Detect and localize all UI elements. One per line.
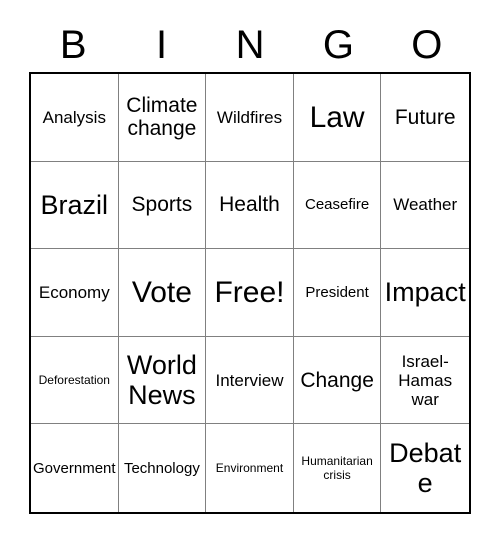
bingo-cell[interactable]: Analysis (31, 74, 119, 162)
bingo-header-letter-b: B (59, 23, 87, 67)
bingo-cell[interactable]: Climate change (118, 74, 207, 162)
bingo-grid: Analysis Climate change Wildfires Law Future… (29, 72, 471, 514)
bingo-cell-label: Technology (123, 459, 200, 477)
bingo-cell[interactable]: Humanitarian crisis (293, 424, 382, 512)
bingo-cell[interactable]: Health (206, 161, 294, 250)
bingo-cell-label: Analysis (42, 107, 106, 127)
bingo-cell[interactable]: Sports (118, 161, 207, 250)
bingo-cell-label: Free! (214, 275, 285, 309)
bingo-cell-label: World News (126, 350, 197, 411)
bingo-cell[interactable]: Future (381, 74, 469, 162)
bingo-cell-label: Israel-Hamas war (398, 351, 453, 409)
bingo-card: B I N G O Analysis Climate change Wildfire… (0, 0, 500, 544)
bingo-cell-label: Debate (389, 438, 462, 499)
bingo-cell[interactable]: Interview (206, 336, 294, 425)
bingo-header-letter-o: O (411, 23, 443, 67)
bingo-cell[interactable]: World News (118, 336, 207, 425)
bingo-cell-label: Economy (38, 282, 110, 302)
bingo-header-letter-i: I (156, 23, 168, 67)
bingo-cell-label: Climate change (126, 94, 198, 141)
bingo-cell[interactable]: Ceasefire (293, 161, 382, 250)
bingo-cell-label: Weather (393, 195, 458, 215)
bingo-header-letter-n: N (235, 23, 265, 67)
bingo-cell-label: Ceasefire (304, 196, 370, 214)
bingo-header: B I N G O (29, 18, 471, 72)
bingo-cell[interactable]: Weather (381, 161, 469, 250)
bingo-cell[interactable]: Economy (31, 249, 119, 337)
bingo-cell[interactable]: President (293, 249, 382, 337)
bingo-cell[interactable]: Vote (118, 249, 207, 337)
bingo-cell[interactable]: Government (31, 424, 119, 512)
bingo-cell-label: Health (219, 193, 280, 217)
bingo-cell[interactable]: Environment (206, 424, 294, 512)
bingo-cell-label: Wildfires (216, 107, 283, 127)
bingo-cell-label: Impact (384, 277, 466, 308)
bingo-cell-label: Law (309, 100, 365, 134)
bingo-header-letter-g: G (322, 23, 354, 67)
bingo-cell[interactable]: Wildfires (206, 74, 294, 162)
bingo-cell-label: President (305, 283, 369, 301)
bingo-cell-label: Sports (131, 193, 193, 217)
bingo-cell[interactable]: Change (293, 336, 382, 425)
bingo-cell-label: Deforestation (38, 373, 110, 388)
bingo-cell-label: Interview (215, 370, 284, 390)
bingo-cell[interactable]: Brazil (31, 161, 119, 250)
bingo-cell-label: Environment (215, 461, 284, 476)
bingo-cell[interactable]: Israel-Hamas war (381, 336, 469, 425)
bingo-cell[interactable]: Technology (118, 424, 207, 512)
bingo-cell-label: Brazil (40, 189, 109, 220)
bingo-cell-label: Government (33, 459, 116, 477)
bingo-cell-label: Humanitarian crisis (301, 454, 373, 483)
bingo-cell[interactable]: Impact (381, 249, 469, 337)
bingo-cell-label: Vote (131, 275, 192, 309)
bingo-cell[interactable]: Free! (206, 249, 294, 337)
bingo-cell[interactable]: Deforestation (31, 336, 119, 425)
bingo-cell-label: Future (394, 105, 456, 129)
bingo-cell[interactable]: Law (293, 74, 382, 162)
bingo-cell[interactable]: Debate (381, 424, 469, 512)
bingo-cell-label: Change (300, 368, 374, 392)
